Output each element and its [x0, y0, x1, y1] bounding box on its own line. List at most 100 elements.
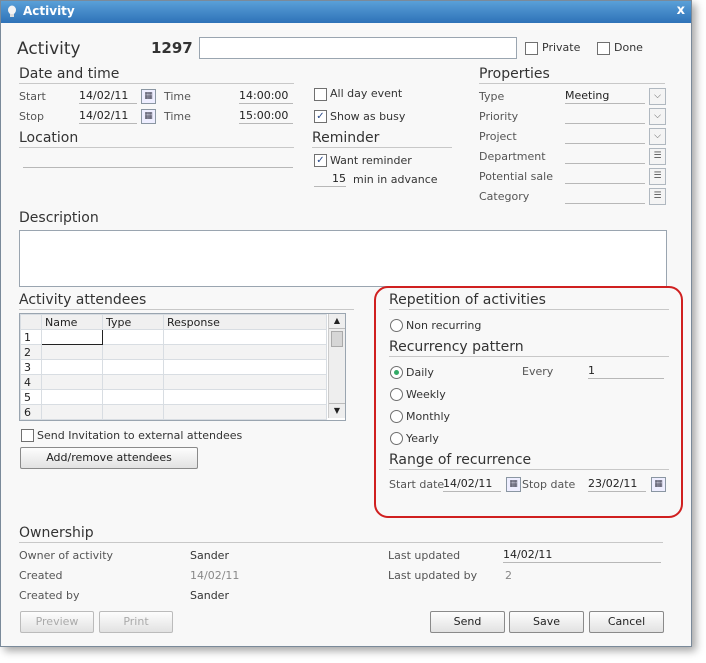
description-heading: Description — [19, 210, 99, 226]
scroll-thumb[interactable] — [331, 331, 343, 347]
row-number: 5 — [20, 389, 42, 405]
print-button[interactable]: Print — [99, 611, 173, 633]
table-cell[interactable] — [102, 389, 164, 405]
location-input[interactable] — [23, 153, 293, 168]
start-label: Start — [19, 90, 46, 103]
send-button[interactable]: Send — [430, 611, 505, 633]
table-cell[interactable] — [41, 359, 103, 375]
table-row[interactable]: 4 — [20, 374, 327, 390]
show-busy-label: Show as busy — [330, 110, 406, 123]
page-title: Activity — [17, 39, 81, 59]
table-cell[interactable] — [163, 359, 327, 375]
property-input[interactable] — [565, 149, 645, 164]
all-day-label: All day event — [330, 87, 403, 100]
table-row[interactable]: 5 — [20, 389, 327, 405]
table-row[interactable]: 2 — [20, 344, 327, 360]
stop-label: Stop — [19, 110, 45, 123]
created-label: Created — [19, 569, 63, 582]
row-header — [20, 314, 42, 330]
table-cell[interactable] — [41, 329, 103, 345]
private-checkbox[interactable] — [525, 42, 538, 55]
last-updated-by-value: 2 — [505, 569, 512, 582]
property-label: Priority — [479, 110, 519, 123]
column-header[interactable]: Response — [163, 314, 327, 330]
table-cell[interactable] — [163, 404, 327, 420]
add-remove-attendees-button[interactable]: Add/remove attendees — [20, 447, 198, 469]
show-busy-checkbox[interactable]: ✓ — [314, 110, 327, 123]
description-textarea[interactable] — [19, 230, 667, 287]
property-label: Category — [479, 190, 530, 203]
table-cell[interactable] — [163, 344, 327, 360]
table-cell[interactable] — [41, 389, 103, 405]
want-reminder-label: Want reminder — [330, 154, 412, 167]
scroll-down-icon[interactable]: ▼ — [329, 403, 345, 418]
property-input[interactable] — [565, 129, 645, 144]
created-by-value: Sander — [190, 589, 229, 602]
property-label: Type — [479, 90, 505, 103]
list-icon[interactable]: ☰ — [649, 188, 666, 205]
attendees-table[interactable]: Name Type Response 123456 ▲ ▼ — [19, 313, 346, 421]
table-cell[interactable] — [102, 344, 164, 360]
attendees-heading: Activity attendees — [19, 292, 147, 308]
calendar-icon[interactable]: ▦ — [141, 89, 156, 104]
app-icon — [8, 5, 16, 17]
property-input[interactable] — [565, 109, 645, 124]
save-button[interactable]: Save — [509, 611, 584, 633]
all-day-checkbox[interactable] — [314, 88, 327, 101]
table-cell[interactable] — [41, 404, 103, 420]
chevron-down-icon[interactable]: ⌵ — [649, 108, 666, 125]
window-title: Activity — [23, 4, 75, 18]
stop-time-label: Time — [164, 110, 191, 123]
created-by-label: Created by — [19, 589, 80, 602]
reminder-heading: Reminder — [312, 130, 380, 146]
row-number: 3 — [20, 359, 42, 375]
list-icon[interactable]: ☰ — [649, 148, 666, 165]
table-cell[interactable] — [163, 374, 327, 390]
start-date-input[interactable]: 14/02/11 — [79, 89, 137, 104]
property-input[interactable] — [565, 169, 645, 184]
table-row[interactable]: 1 — [20, 329, 327, 345]
scroll-up-icon[interactable]: ▲ — [329, 314, 345, 329]
table-cell[interactable] — [41, 374, 103, 390]
preview-button[interactable]: Preview — [20, 611, 94, 633]
table-cell[interactable] — [102, 359, 164, 375]
table-cell[interactable] — [163, 389, 327, 405]
property-label: Project — [479, 130, 517, 143]
stop-date-input[interactable]: 14/02/11 — [79, 109, 137, 124]
chevron-down-icon[interactable]: ⌵ — [649, 88, 666, 105]
created-value: 14/02/11 — [190, 569, 240, 582]
table-row[interactable]: 3 — [20, 359, 327, 375]
column-header[interactable]: Name — [41, 314, 103, 330]
minutes-label: min in advance — [353, 173, 438, 186]
property-label: Department — [479, 150, 546, 163]
close-icon[interactable]: x — [677, 3, 685, 18]
chevron-down-icon[interactable]: ⌵ — [649, 128, 666, 145]
want-reminder-checkbox[interactable]: ✓ — [314, 154, 327, 167]
stop-time-input[interactable]: 15:00:00 — [239, 109, 293, 124]
table-cell[interactable] — [41, 344, 103, 360]
row-number: 1 — [20, 329, 42, 345]
attendees-scrollbar[interactable]: ▲ ▼ — [328, 314, 345, 418]
table-cell[interactable] — [163, 329, 327, 345]
reminder-minutes-input[interactable]: 15 — [314, 172, 346, 187]
last-updated-by-label: Last updated by — [388, 569, 478, 582]
last-updated-label: Last updated — [388, 549, 461, 562]
cancel-button[interactable]: Cancel — [589, 611, 664, 633]
property-input[interactable]: Meeting — [565, 89, 645, 104]
list-icon[interactable]: ☰ — [649, 168, 666, 185]
calendar-icon[interactable]: ▦ — [141, 109, 156, 124]
title-bar: Activity x — [1, 1, 691, 23]
column-header[interactable]: Type — [102, 314, 164, 330]
row-number: 2 — [20, 344, 42, 360]
send-invitation-checkbox[interactable] — [21, 429, 34, 442]
start-time-input[interactable]: 14:00:00 — [239, 89, 293, 104]
table-cell[interactable] — [102, 404, 164, 420]
owner-label: Owner of activity — [19, 549, 114, 562]
property-input[interactable] — [565, 189, 645, 204]
done-checkbox[interactable] — [597, 42, 610, 55]
location-heading: Location — [19, 130, 79, 146]
subject-input[interactable] — [199, 37, 517, 59]
table-cell[interactable] — [102, 374, 164, 390]
table-row[interactable]: 6 — [20, 404, 327, 420]
table-cell[interactable] — [102, 329, 164, 345]
